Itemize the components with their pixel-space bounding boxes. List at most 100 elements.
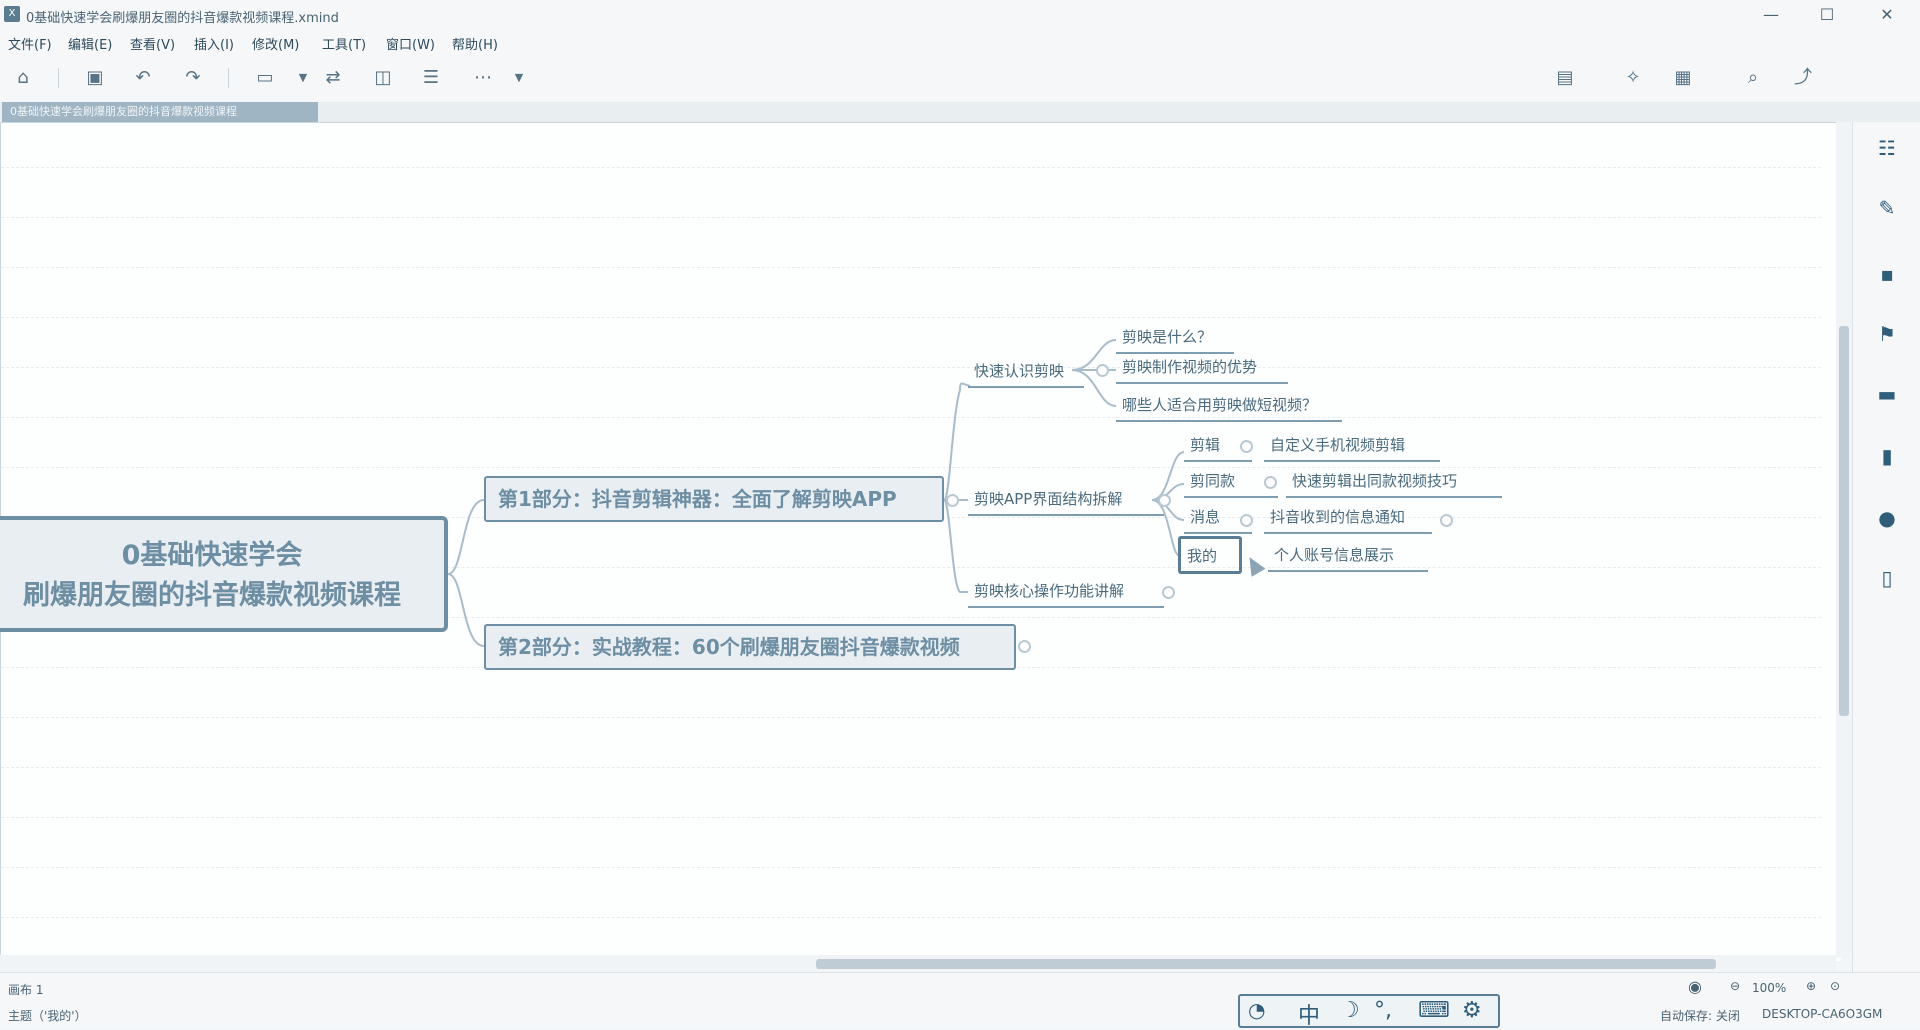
menu-bar: 文件(F) 编辑(E) 查看(V) 插入(I) 修改(M) 工具(T) 窗口(W… xyxy=(0,30,1920,54)
ime-toolbar: ◔ 中 ☽ °, ⌨ ⚙ xyxy=(1238,994,1500,1030)
horizontal-scroll-thumb[interactable] xyxy=(816,959,1716,969)
status-topic: 主题（'我的'） xyxy=(8,1009,87,1023)
zoom-level: 100% xyxy=(1752,981,1787,995)
comment-icon[interactable]: ● xyxy=(1875,506,1899,530)
vertical-scroll-thumb[interactable] xyxy=(1839,326,1849,716)
toolbar-separator xyxy=(58,68,59,88)
insert-topic-icon[interactable]: ▭ xyxy=(252,66,278,90)
eye-icon[interactable]: ◉ xyxy=(1688,977,1702,996)
task-icon[interactable]: ▯ xyxy=(1875,566,1899,590)
save-icon[interactable]: ▣ xyxy=(82,66,108,90)
horizontal-scrollbar[interactable] xyxy=(0,955,1836,971)
autosave-status: 自动保存: 关闭 xyxy=(1660,1009,1740,1023)
grid-line xyxy=(1,767,1821,769)
subtopic-mine-selected[interactable]: 我的 xyxy=(1178,536,1242,574)
chevron-down-icon[interactable]: ▼ xyxy=(506,66,532,90)
menu-help[interactable]: 帮助(H) xyxy=(452,34,498,53)
window-title: 0基础快速学会刷爆朋友圈的抖音爆款视频课程.xmind xyxy=(26,11,339,26)
menu-edit[interactable]: 编辑(E) xyxy=(68,34,112,53)
menu-insert[interactable]: 插入(I) xyxy=(194,34,234,53)
maximize-button[interactable]: ☐ xyxy=(1804,0,1850,30)
summary-icon[interactable]: ☰ xyxy=(418,66,444,90)
search-icon[interactable]: ⌕ xyxy=(1740,66,1766,90)
menu-file[interactable]: 文件(F) xyxy=(8,34,52,53)
grid-line xyxy=(1,367,1821,369)
redo-icon[interactable]: ↷ xyxy=(180,66,206,90)
more-icon[interactable]: ⋯ xyxy=(470,66,496,90)
main-topic-part1[interactable]: 第1部分：抖音剪辑神器：全面了解剪映APP xyxy=(484,476,944,522)
root-topic[interactable]: 0基础快速学会 刷爆朋友圈的抖音爆款视频课程 xyxy=(0,516,448,632)
flag-icon[interactable]: ⚑ xyxy=(1875,322,1899,346)
grid-line xyxy=(1,267,1821,269)
menu-tools[interactable]: 工具(T) xyxy=(322,34,366,53)
toolbar: ⌂ ▣ ↶ ↷ ▭ ▼ ⇄ ◫ ☰ ⋯ ▼ ▤ ✧ ▦ ⌕ ⤴ xyxy=(0,54,1920,103)
grid-line xyxy=(1,917,1821,919)
subtopic-who-fit[interactable]: 哪些人适合用剪映做短视频？ xyxy=(1116,394,1342,422)
close-button[interactable]: ✕ xyxy=(1864,0,1910,30)
subtopic-app-structure[interactable]: 剪映APP界面结构拆解 xyxy=(968,488,1164,516)
sheet-tab[interactable]: 画布 1 xyxy=(8,981,43,998)
presentation-icon[interactable]: ▤ xyxy=(1552,66,1578,90)
grid-line xyxy=(1,167,1821,169)
collapse-dot[interactable] xyxy=(1240,440,1253,453)
relationship-icon[interactable]: ⇄ xyxy=(320,66,346,90)
grid-line xyxy=(1,817,1821,819)
collapse-dot[interactable] xyxy=(1162,586,1175,599)
home-icon[interactable]: ⌂ xyxy=(10,66,36,90)
collapse-dot[interactable] xyxy=(1018,640,1031,653)
outline-icon[interactable]: ☷ xyxy=(1875,136,1899,160)
tab-document[interactable]: 0基础快速学会刷爆朋友圈的抖音爆款视频课程 xyxy=(2,102,318,122)
subtopic-what-is[interactable]: 剪映是什么？ xyxy=(1116,326,1234,354)
zoom-out-icon[interactable]: ⊖ xyxy=(1730,979,1740,993)
subtopic-same-detail[interactable]: 快速剪辑出同款视频技巧 xyxy=(1286,470,1502,498)
main-topic-part2[interactable]: 第2部分：实战教程：60个刷爆朋友圈抖音爆款视频 xyxy=(484,624,1016,670)
collapse-dot[interactable] xyxy=(1440,514,1453,527)
collapse-dot[interactable] xyxy=(1264,476,1277,489)
fit-icon[interactable]: ⊙ xyxy=(1830,979,1840,993)
subtopic-know-jianying[interactable]: 快速认识剪映 xyxy=(968,360,1084,388)
idea-icon[interactable]: ✧ xyxy=(1620,66,1646,90)
subtopic-advantage[interactable]: 剪映制作视频的优势 xyxy=(1116,356,1288,384)
collapse-dot[interactable] xyxy=(1096,364,1109,377)
grid-line xyxy=(1,867,1821,869)
note-icon[interactable]: ▮ xyxy=(1875,444,1899,468)
card-icon[interactable]: ▬ xyxy=(1875,382,1899,406)
chevron-down-icon[interactable]: ▼ xyxy=(290,66,316,90)
subtopic-core-operations[interactable]: 剪映核心操作功能讲解 xyxy=(968,580,1164,608)
menu-window[interactable]: 窗口(W) xyxy=(386,34,435,53)
collapse-dot[interactable] xyxy=(1158,494,1171,507)
collapse-dot[interactable] xyxy=(946,494,959,507)
menu-modify[interactable]: 修改(M) xyxy=(252,34,299,53)
ime-moon-icon[interactable]: ☽ xyxy=(1340,998,1360,1023)
image-icon[interactable]: ▪ xyxy=(1875,262,1899,286)
subtopic-mine-detail[interactable]: 个人账号信息展示 xyxy=(1268,544,1428,572)
sheet-bar: 画布 1 ◉ ⊖ 100% ⊕ ⊙ xyxy=(0,972,1920,1003)
xmind-app-icon: X xyxy=(4,6,20,22)
zoom-in-icon[interactable]: ⊕ xyxy=(1806,979,1816,993)
right-panel: ☷ ✎ ▪ ⚑ ▬ ▮ ● ▯ xyxy=(1852,122,1920,972)
ime-punctuation-icon[interactable]: °, xyxy=(1374,998,1392,1023)
subtopic-edit-detail[interactable]: 自定义手机视频剪辑 xyxy=(1264,434,1440,462)
ime-settings-icon[interactable]: ⚙ xyxy=(1462,998,1482,1023)
grid-line xyxy=(1,217,1821,219)
subtopic-message-detail[interactable]: 抖音收到的信息通知 xyxy=(1264,506,1432,534)
share-icon[interactable]: ⤴ xyxy=(1790,66,1816,90)
ime-logo-icon[interactable]: ◔ xyxy=(1248,998,1265,1022)
layout-icon[interactable]: ▦ xyxy=(1670,66,1696,90)
grid-line xyxy=(1,317,1821,319)
ime-keyboard-icon[interactable]: ⌨ xyxy=(1418,998,1450,1023)
toolbar-separator xyxy=(228,68,229,88)
computer-name: DESKTOP-CA6O3GM xyxy=(1762,1007,1883,1021)
boundary-icon[interactable]: ◫ xyxy=(370,66,396,90)
grid-line xyxy=(1,467,1821,469)
undo-icon[interactable]: ↶ xyxy=(130,66,156,90)
minimize-button[interactable]: — xyxy=(1748,0,1794,30)
title-bar: X 0基础快速学会刷爆朋友圈的抖音爆款视频课程.xmind — ☐ ✕ xyxy=(0,0,1920,30)
format-brush-icon[interactable]: ✎ xyxy=(1875,196,1899,220)
collapse-dot[interactable] xyxy=(1240,514,1253,527)
status-bar: 主题（'我的'） 自动保存: 关闭 DESKTOP-CA6O3GM xyxy=(0,1002,1920,1028)
menu-view[interactable]: 查看(V) xyxy=(130,34,175,53)
vertical-scrollbar[interactable] xyxy=(1836,122,1852,958)
ime-chinese-toggle[interactable]: 中 xyxy=(1298,998,1320,1030)
root-topic-line-1: 0基础快速学会 xyxy=(121,540,303,571)
